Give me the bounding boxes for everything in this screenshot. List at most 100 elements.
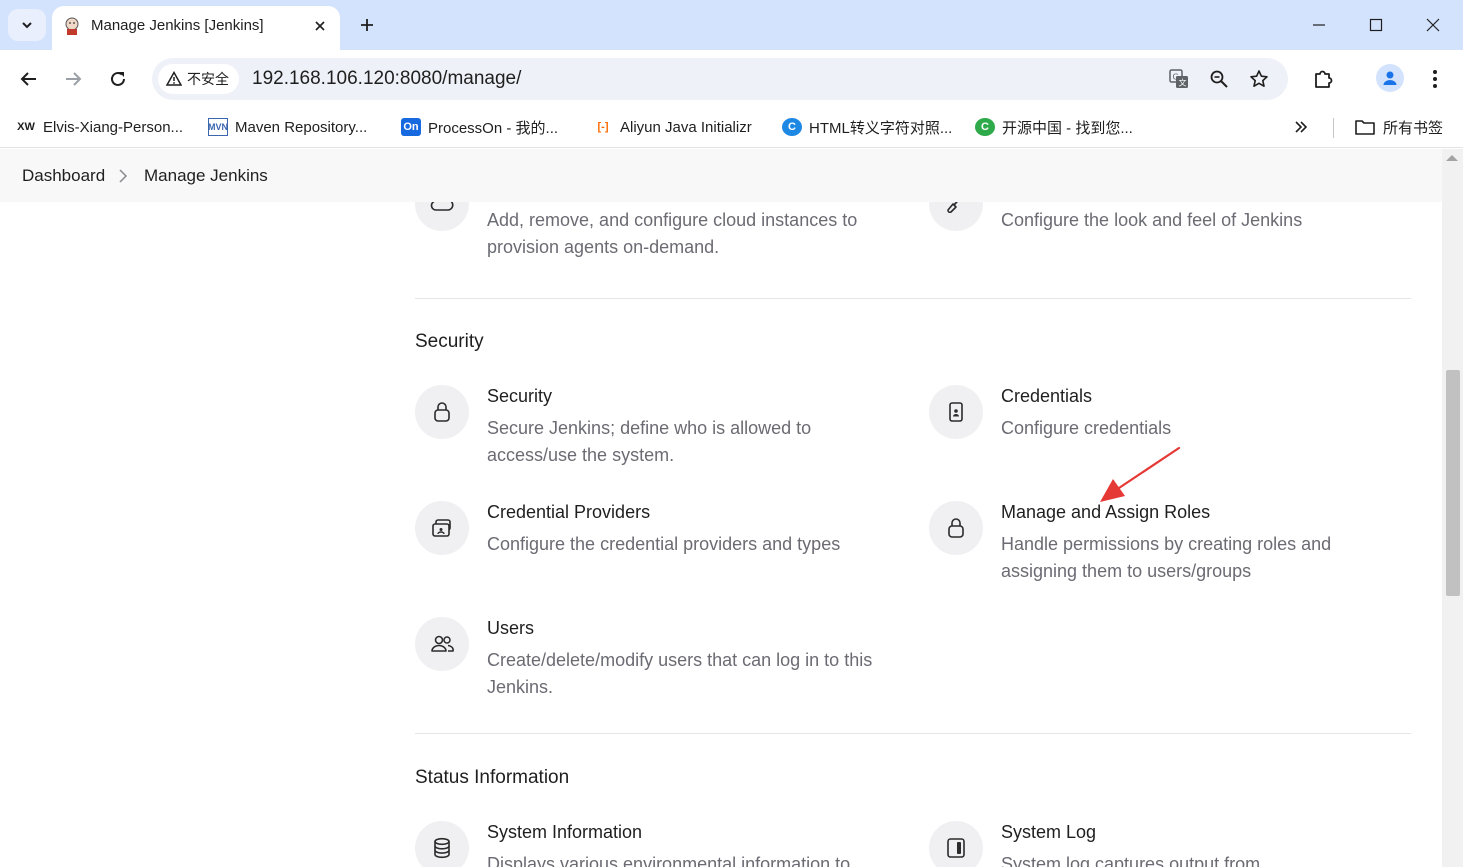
item-description: Secure Jenkins; define who is allowed to… bbox=[487, 418, 812, 465]
zoom-out-icon bbox=[1210, 70, 1228, 88]
html-escape-icon: C bbox=[782, 118, 802, 136]
id-card-icon-circle bbox=[929, 385, 983, 439]
item-title: Security bbox=[487, 386, 553, 406]
item-title: Credential Providers bbox=[487, 502, 651, 522]
url-text[interactable]: 192.168.106.120:8080/manage/ bbox=[252, 68, 521, 90]
users-icon-circle bbox=[415, 617, 469, 671]
more-bookmarks-button[interactable] bbox=[1294, 116, 1308, 138]
new-tab-button[interactable] bbox=[355, 13, 379, 37]
extensions-button[interactable] bbox=[1310, 66, 1336, 92]
bookmark-label: 开源中国 - 找到您... bbox=[1002, 119, 1133, 137]
browser-toolbar: 不安全 192.168.106.120:8080/manage/ G文 bbox=[0, 50, 1463, 108]
close-icon bbox=[1426, 18, 1440, 32]
plus-icon bbox=[361, 19, 373, 31]
breadcrumb-current[interactable]: Manage Jenkins bbox=[144, 166, 268, 186]
scroll-up-arrow-icon[interactable] bbox=[1446, 155, 1458, 161]
star-icon bbox=[1250, 70, 1268, 87]
bookmark-item[interactable]: MVN Maven Repository... bbox=[208, 116, 367, 138]
profile-avatar[interactable] bbox=[1376, 64, 1404, 92]
tab-title: Manage Jenkins [Jenkins] bbox=[91, 17, 264, 34]
arrow-right-icon bbox=[66, 72, 82, 86]
bookmark-item[interactable]: XW Elvis-Xiang-Person... bbox=[16, 116, 183, 138]
translate-icon: G文 bbox=[1169, 69, 1188, 88]
item-title: Users bbox=[487, 618, 535, 638]
security-chip-label: 不安全 bbox=[187, 71, 229, 87]
credential-providers-icon-circle bbox=[415, 501, 469, 555]
translate-button[interactable]: G文 bbox=[1167, 67, 1191, 91]
tab-strip: Manage Jenkins [Jenkins] bbox=[0, 0, 1463, 50]
item-description: System log captures output from bbox=[1001, 854, 1261, 867]
browser-menu-button[interactable] bbox=[1422, 66, 1448, 92]
arrow-left-icon bbox=[20, 72, 36, 86]
person-icon bbox=[1383, 71, 1397, 85]
svg-text:文: 文 bbox=[1179, 78, 1187, 88]
bookmark-item[interactable]: C HTML转义字符对照... bbox=[782, 116, 952, 138]
item-description: Configure the credential providers and t… bbox=[487, 534, 841, 554]
maven-icon: MVN bbox=[208, 118, 228, 136]
minimize-icon bbox=[1313, 24, 1325, 26]
tab-close-button[interactable] bbox=[310, 16, 330, 36]
item-description: Create/delete/modify users that can log … bbox=[487, 650, 873, 697]
reload-button[interactable] bbox=[105, 66, 131, 92]
zoom-button[interactable] bbox=[1207, 67, 1231, 91]
chevron-down-icon bbox=[22, 22, 32, 29]
xw-icon: XW bbox=[17, 121, 35, 133]
bookmark-item[interactable]: C 开源中国 - 找到您... bbox=[975, 116, 1133, 138]
lock-icon bbox=[948, 518, 964, 538]
chevron-double-right-icon bbox=[1295, 121, 1308, 133]
security-chip[interactable]: 不安全 bbox=[158, 64, 239, 94]
item-description: Configure the look and feel of Jenkins bbox=[1001, 210, 1303, 230]
minimize-button[interactable] bbox=[1307, 13, 1331, 37]
tab-search-button[interactable] bbox=[8, 9, 46, 41]
database-icon-circle bbox=[415, 821, 469, 867]
jenkins-favicon-icon bbox=[65, 17, 79, 35]
scrollbar-thumb[interactable] bbox=[1446, 370, 1460, 596]
credential-providers-icon bbox=[432, 519, 451, 537]
maximize-icon bbox=[1369, 18, 1383, 32]
bookmark-label: Maven Repository... bbox=[235, 118, 368, 136]
section-divider bbox=[415, 733, 1411, 734]
puzzle-icon bbox=[1315, 70, 1333, 88]
address-bar[interactable]: 不安全 192.168.106.120:8080/manage/ G文 bbox=[152, 58, 1288, 100]
folder-icon bbox=[1355, 120, 1375, 135]
bookmark-item[interactable]: On ProcessOn - 我的... bbox=[401, 116, 558, 138]
maximize-button[interactable] bbox=[1364, 13, 1388, 37]
bookmarks-divider bbox=[1333, 118, 1334, 138]
chevron-right-icon bbox=[119, 169, 128, 183]
jenkins-page: Add, remove, and configure cloud instanc… bbox=[0, 149, 1463, 867]
bookmark-label: Elvis-Xiang-Person... bbox=[43, 118, 184, 136]
lock-icon-circle bbox=[929, 501, 983, 555]
lock-icon bbox=[434, 402, 450, 422]
aliyun-icon: [-] bbox=[597, 121, 609, 133]
bookmark-label: ProcessOn - 我的... bbox=[428, 119, 559, 137]
log-panel-icon-circle bbox=[929, 821, 983, 867]
item-title: System Information bbox=[487, 822, 643, 842]
users-icon bbox=[431, 635, 454, 652]
bookmarks-bar: XW Elvis-Xiang-Person... MVN Maven Repos… bbox=[0, 108, 1463, 148]
item-description: Add, remove, and configure cloud instanc… bbox=[487, 210, 858, 257]
breadcrumb-dashboard-link[interactable]: Dashboard bbox=[22, 166, 105, 186]
reload-icon bbox=[111, 71, 125, 86]
warning-icon bbox=[166, 71, 182, 86]
bookmark-label: HTML转义字符对照... bbox=[809, 119, 953, 137]
back-button[interactable] bbox=[16, 66, 42, 92]
close-icon bbox=[315, 21, 325, 31]
bookmark-label: Aliyun Java Initializr bbox=[620, 118, 752, 136]
breadcrumb: Dashboard Manage Jenkins bbox=[0, 149, 1442, 202]
all-bookmarks-button[interactable]: 所有书签 bbox=[1354, 116, 1443, 138]
page-scrollbar[interactable] bbox=[1442, 149, 1463, 867]
lock-icon-circle bbox=[415, 385, 469, 439]
browser-tab[interactable]: Manage Jenkins [Jenkins] bbox=[52, 6, 340, 50]
log-panel-icon bbox=[947, 838, 965, 858]
window-close-button[interactable] bbox=[1421, 13, 1445, 37]
database-icon bbox=[434, 837, 450, 859]
bookmark-item[interactable]: [-] Aliyun Java Initializr bbox=[593, 116, 752, 138]
forward-button[interactable] bbox=[60, 66, 86, 92]
section-divider bbox=[415, 298, 1411, 299]
bookmark-star-button[interactable] bbox=[1247, 67, 1271, 91]
item-description: Displays various environmental informati… bbox=[487, 854, 851, 867]
section-title-security: Security bbox=[415, 331, 484, 352]
all-bookmarks-label: 所有书签 bbox=[1383, 119, 1444, 137]
item-description: Handle permissions by creating roles and… bbox=[1001, 534, 1332, 581]
item-title: System Log bbox=[1001, 822, 1097, 842]
